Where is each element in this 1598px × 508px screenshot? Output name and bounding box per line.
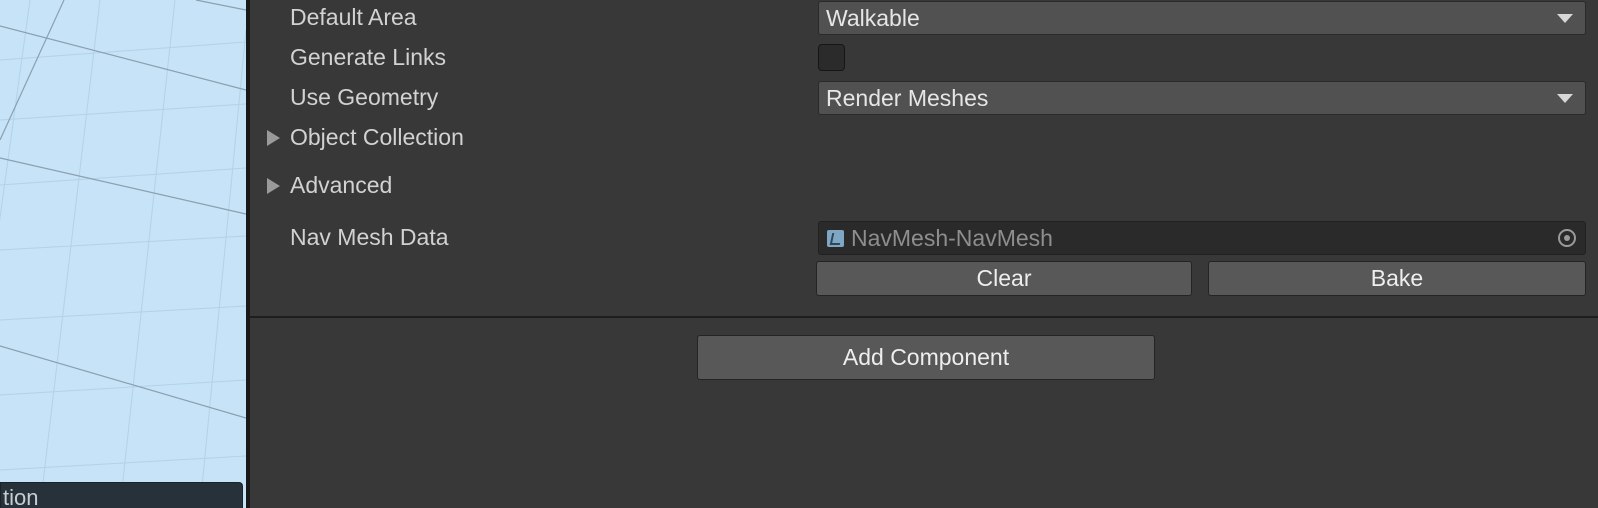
chevron-down-icon — [1557, 94, 1573, 103]
inspector-panel: Default Area Walkable Generate Links Use… — [250, 0, 1598, 508]
advanced-foldout[interactable]: Advanced — [290, 172, 392, 199]
nav-mesh-data-field[interactable]: NavMesh-NavMesh — [818, 221, 1586, 255]
foldout-arrow-icon[interactable] — [267, 178, 280, 194]
default-area-value: Walkable — [826, 5, 920, 31]
nav-mesh-data-label: Nav Mesh Data — [290, 224, 449, 250]
default-area-dropdown[interactable]: Walkable — [818, 1, 1586, 35]
object-picker-icon[interactable] — [1558, 229, 1576, 247]
generate-links-label: Generate Links — [290, 44, 446, 70]
use-geometry-value: Render Meshes — [826, 85, 989, 111]
add-component-button[interactable]: Add Component — [697, 335, 1155, 380]
navmesh-asset-icon — [827, 230, 844, 247]
foldout-arrow-icon[interactable] — [267, 130, 280, 146]
scene-view[interactable]: tion — [0, 0, 246, 508]
nav-mesh-data-value: NavMesh-NavMesh — [851, 225, 1053, 251]
component-divider — [250, 316, 1598, 318]
editor-window: tion Default Area Walkable Generate Link… — [0, 0, 1598, 508]
object-collection-foldout[interactable]: Object Collection — [290, 124, 464, 151]
clear-button[interactable]: Clear — [816, 261, 1192, 296]
default-area-label: Default Area — [290, 4, 417, 30]
bake-button[interactable]: Bake — [1208, 261, 1586, 296]
scene-overlay-label: tion — [0, 482, 243, 508]
chevron-down-icon — [1557, 14, 1573, 23]
scene-grid — [0, 0, 246, 508]
use-geometry-label: Use Geometry — [290, 84, 439, 110]
generate-links-checkbox[interactable] — [818, 44, 845, 71]
use-geometry-dropdown[interactable]: Render Meshes — [818, 81, 1586, 115]
